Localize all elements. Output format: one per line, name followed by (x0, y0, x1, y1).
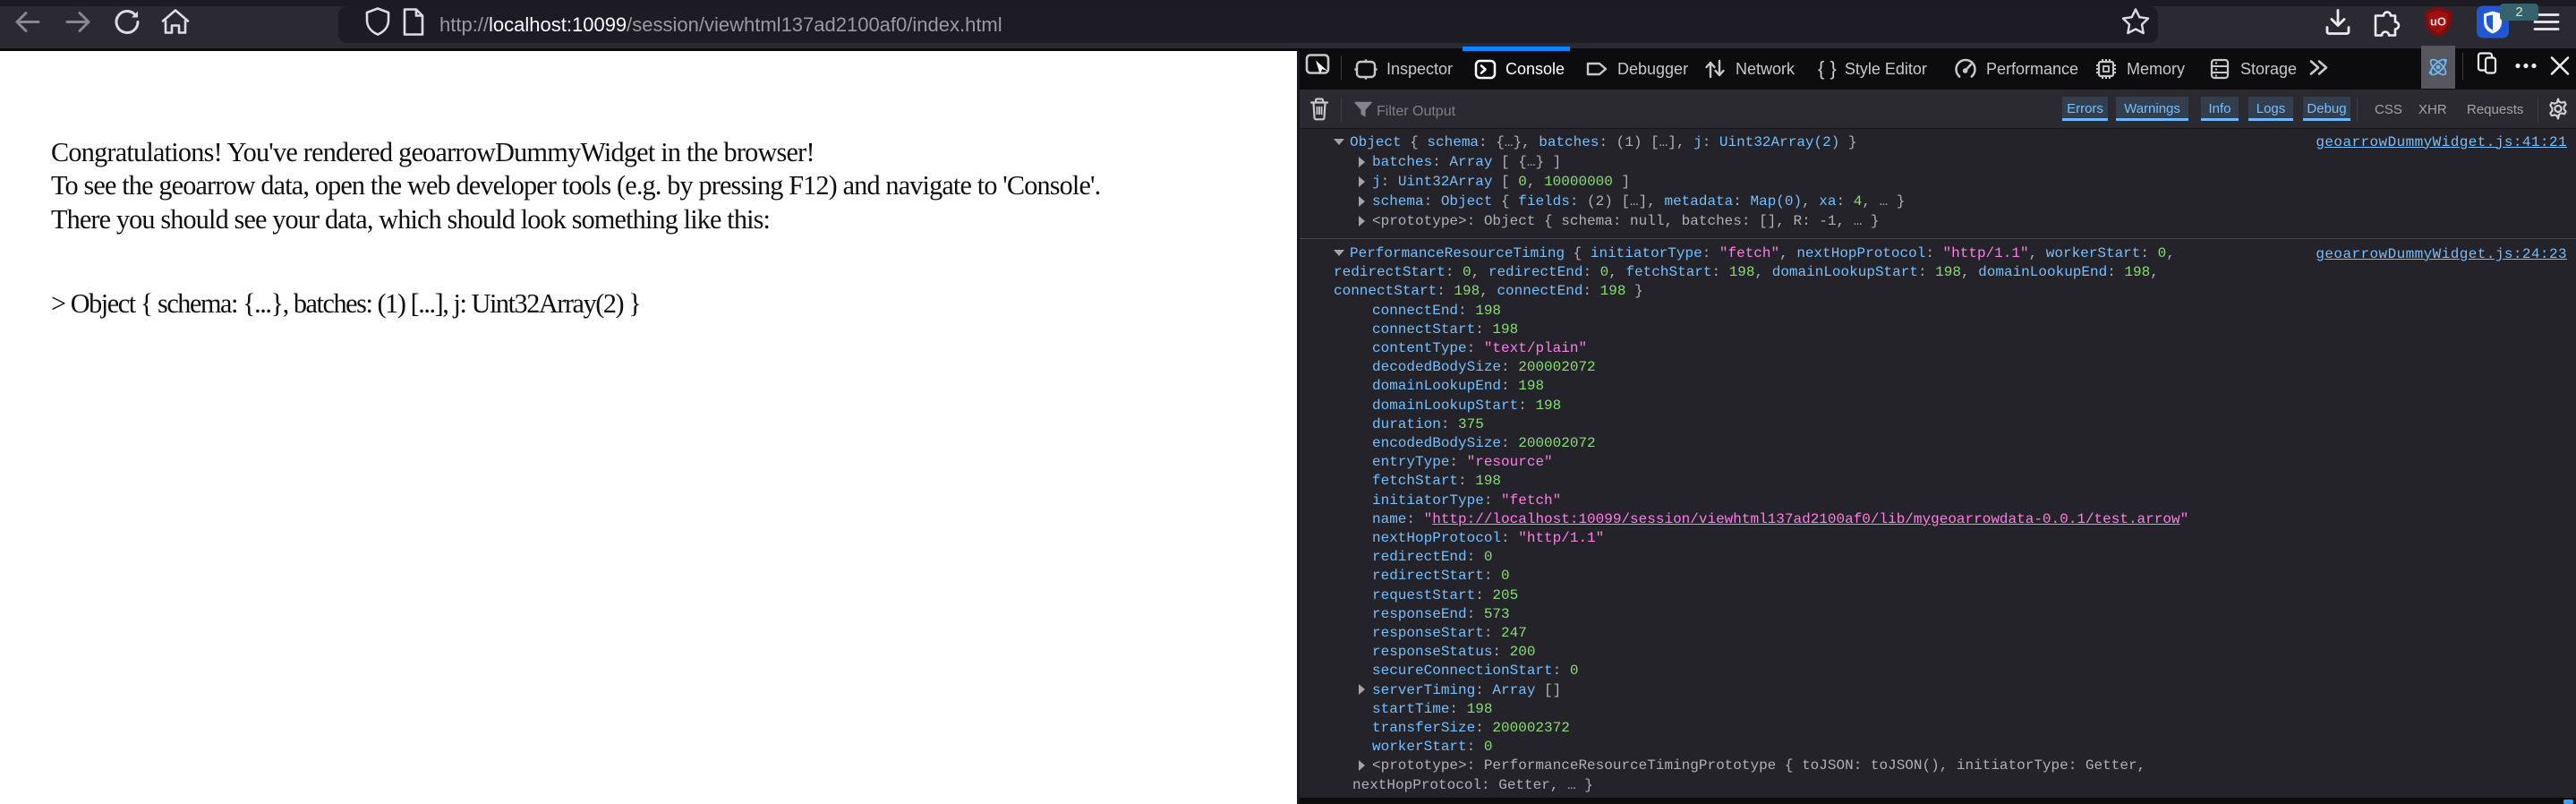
svg-text:uO: uO (2430, 15, 2446, 29)
